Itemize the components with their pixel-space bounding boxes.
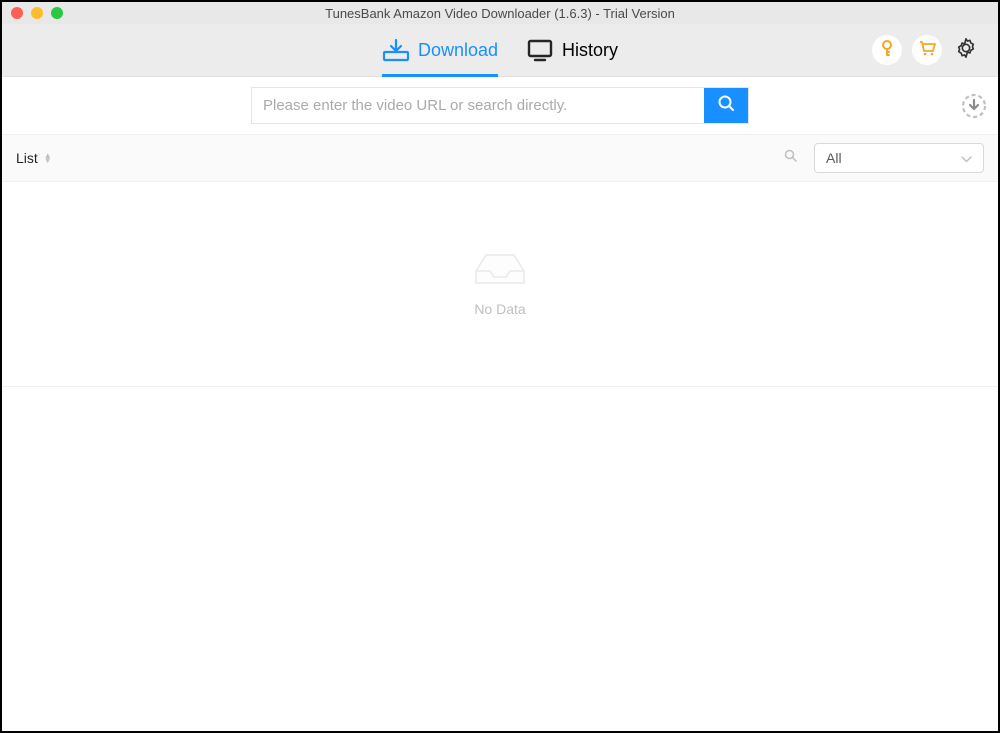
- filter-select[interactable]: All: [814, 143, 984, 173]
- list-sort-button[interactable]: List ▲▼: [16, 150, 52, 166]
- tab-download-label: Download: [418, 40, 498, 61]
- filter-selected-label: All: [826, 150, 842, 166]
- toolbar-actions: [872, 35, 980, 65]
- traffic-lights: [2, 7, 63, 19]
- gear-icon: [955, 37, 977, 64]
- settings-button[interactable]: [952, 36, 980, 64]
- key-icon: [878, 39, 896, 62]
- window-title: TunesBank Amazon Video Downloader (1.6.3…: [2, 6, 998, 21]
- search-area: [2, 77, 998, 134]
- cart-icon: [917, 38, 937, 63]
- tab-history-label: History: [562, 40, 618, 61]
- download-progress-icon: [961, 106, 987, 123]
- search-small-icon: [784, 149, 797, 167]
- tab-history[interactable]: History: [526, 24, 618, 76]
- close-window-button[interactable]: [11, 7, 23, 19]
- register-key-button[interactable]: [872, 35, 902, 65]
- chevron-down-icon: [961, 150, 972, 166]
- list-label: List: [16, 150, 38, 166]
- maximize-window-button[interactable]: [51, 7, 63, 19]
- empty-message: No Data: [474, 301, 525, 317]
- window-titlebar: TunesBank Amazon Video Downloader (1.6.3…: [2, 2, 998, 24]
- search-button[interactable]: [704, 88, 748, 123]
- toolbar: Download History: [2, 24, 998, 77]
- list-header: List ▲▼ All: [2, 134, 998, 182]
- tab-download[interactable]: Download: [382, 24, 498, 76]
- download-queue-button[interactable]: [961, 93, 987, 119]
- empty-state: No Data: [2, 182, 998, 387]
- tab-bar: Download History: [382, 24, 618, 76]
- inbox-icon: [472, 251, 528, 287]
- monitor-icon: [526, 38, 554, 62]
- sort-icon: ▲▼: [44, 153, 52, 163]
- cart-button[interactable]: [912, 35, 942, 65]
- minimize-window-button[interactable]: [31, 7, 43, 19]
- list-search-button[interactable]: [782, 151, 796, 165]
- search-icon: [717, 94, 735, 117]
- search-group: [251, 87, 749, 124]
- download-icon: [382, 38, 410, 62]
- search-input[interactable]: [252, 88, 704, 123]
